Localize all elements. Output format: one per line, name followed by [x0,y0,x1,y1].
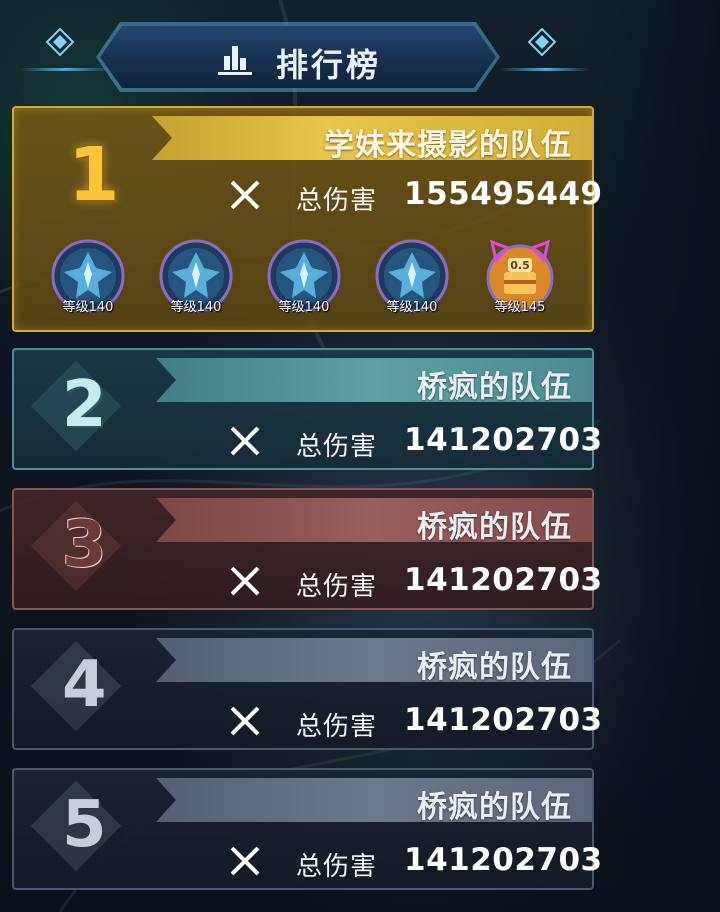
rank-number: 1 [68,132,120,218]
bar-chart-icon [218,46,252,75]
total-damage-label: 总伤害 [296,712,378,742]
diamond-gem-icon [46,28,74,56]
member-level: 等级140 [170,300,222,315]
close-cross-icon [230,426,260,456]
total-damage-label: 总伤害 [296,186,378,216]
total-damage-label: 总伤害 [296,852,378,882]
diamond-gem-icon [528,28,556,56]
rank-number: 4 [62,648,107,722]
rank-card-3[interactable]: 桥疯的队伍 3 总伤害 141202703 [12,488,602,610]
page-title: 排行榜 [276,46,382,84]
team-name: 桥疯的队伍 [417,790,572,825]
total-damage-label: 总伤害 [296,432,378,462]
close-cross-icon [230,566,260,596]
rank-card-5[interactable]: 桥疯的队伍 5 总伤害 141202703 [12,768,602,890]
leaderboard-header: 排行榜 [0,0,620,100]
close-cross-icon [230,846,260,876]
member-level: 等级145 [494,300,546,315]
rank-card-4[interactable]: 桥疯的队伍 4 总伤害 141202703 [12,628,602,750]
team-name: 桥疯的队伍 [417,510,572,545]
rank-card-1[interactable]: 学妹来摄影的队伍 1 总伤害 155495449 等级140 等级140 等级1… [12,106,602,332]
team-name: 桥疯的队伍 [417,370,572,405]
team-name: 学妹来摄影的队伍 [324,128,572,163]
header-deco-line-left [20,68,110,71]
member-level: 等级140 [278,300,330,315]
team-member[interactable]: 等级140 [46,236,130,320]
team-name: 桥疯的队伍 [417,650,572,685]
close-cross-icon [230,180,260,210]
rank-number: 2 [62,368,107,442]
total-damage-label: 总伤害 [296,572,378,602]
team-member[interactable]: 等级140 [370,236,454,320]
total-damage-value: 155495449 [404,176,603,212]
close-cross-icon [230,706,260,736]
svg-text:0.5: 0.5 [510,259,530,272]
rank-card-2[interactable]: 桥疯的队伍 2 总伤害 141202703 [12,348,602,470]
total-damage-value: 141202703 [404,562,603,598]
member-level: 等级140 [62,300,114,315]
team-member[interactable]: 等级140 [262,236,346,320]
member-level: 等级140 [386,300,438,315]
rank-number: 5 [62,788,107,862]
total-damage-value: 141202703 [404,702,603,738]
team-member[interactable]: 等级140 [154,236,238,320]
total-damage-value: 141202703 [404,842,603,878]
header-deco-line-right [500,68,590,71]
rank-number: 3 [62,508,107,582]
team-member[interactable]: 0.5 等级145 [478,236,562,320]
total-damage-value: 141202703 [404,422,603,458]
